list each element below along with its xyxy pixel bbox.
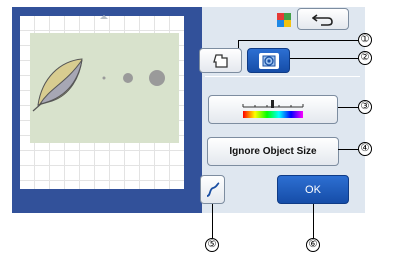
ok-label: OK bbox=[305, 183, 321, 196]
mat-top-marker bbox=[100, 15, 108, 19]
callout-line-5 bbox=[212, 204, 213, 238]
outline-shape-icon bbox=[212, 53, 228, 68]
callout-line-1-drop bbox=[238, 40, 239, 48]
callout-6: ⑥ bbox=[306, 238, 320, 252]
color-grid-red bbox=[277, 13, 284, 20]
color-grid-blue bbox=[277, 20, 284, 27]
ignore-object-size-label: Ignore Object Size bbox=[229, 146, 317, 157]
curve-icon bbox=[206, 181, 220, 197]
color-grid-yellow bbox=[284, 20, 291, 27]
callout-line-4 bbox=[338, 149, 358, 150]
curve-button[interactable] bbox=[200, 175, 225, 204]
fill-background-icon bbox=[258, 52, 279, 69]
scanned-artwork bbox=[32, 58, 165, 112]
threshold-button[interactable] bbox=[208, 95, 338, 124]
dot-tiny bbox=[102, 76, 106, 80]
dot-large bbox=[149, 70, 165, 86]
callout-line-3 bbox=[338, 107, 358, 108]
ignore-object-size-button[interactable]: Ignore Object Size bbox=[207, 137, 339, 166]
ok-button[interactable]: OK bbox=[277, 175, 349, 204]
outline-mode-button[interactable] bbox=[199, 48, 242, 73]
threshold-slider-icon bbox=[242, 99, 304, 118]
dot-small bbox=[123, 73, 133, 83]
callout-5: ⑤ bbox=[205, 238, 219, 252]
callout-line-2 bbox=[290, 58, 358, 59]
color-grid-green bbox=[284, 13, 291, 20]
callout-3: ③ bbox=[358, 100, 372, 114]
color-grid-icon[interactable] bbox=[277, 13, 291, 27]
callout-2: ② bbox=[358, 51, 372, 65]
back-arrow-icon bbox=[312, 14, 333, 26]
callout-4: ④ bbox=[358, 142, 372, 156]
divider bbox=[205, 76, 360, 77]
callout-line-1 bbox=[238, 40, 358, 41]
callout-1: ① bbox=[358, 33, 372, 47]
callout-line-6 bbox=[313, 204, 314, 238]
leaf-stem bbox=[32, 102, 43, 112]
back-button[interactable] bbox=[297, 8, 349, 30]
background-mode-button[interactable] bbox=[247, 48, 290, 73]
